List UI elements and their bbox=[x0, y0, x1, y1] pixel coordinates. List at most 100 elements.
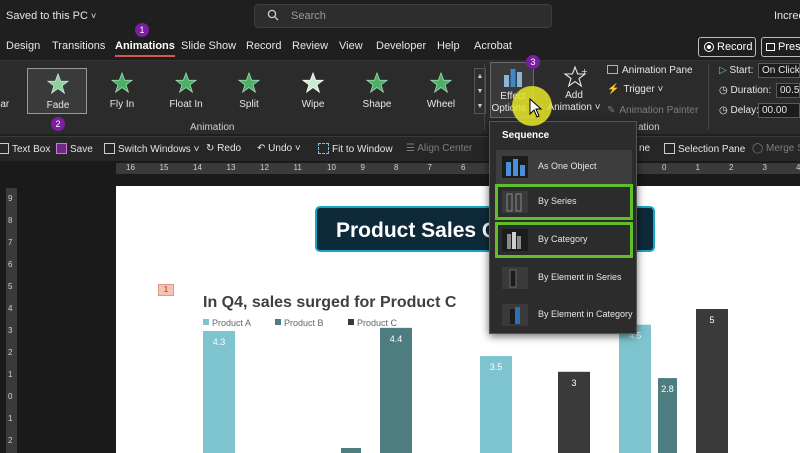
ruler-tick-label: 6 bbox=[461, 163, 466, 172]
save-status[interactable]: Saved to this PC ˅ bbox=[6, 10, 96, 22]
tab-review[interactable]: Review bbox=[292, 40, 328, 52]
ruler-tick-label: 16 bbox=[126, 163, 135, 172]
bar-chart-icon bbox=[504, 69, 522, 87]
duration-label-text: Duration: bbox=[730, 85, 772, 96]
menu-item-by-series[interactable]: By Series bbox=[495, 184, 633, 220]
tab-developer[interactable]: Developer bbox=[376, 40, 426, 52]
gallery-item-split[interactable]: Split bbox=[219, 68, 279, 114]
search-icon bbox=[267, 9, 279, 21]
redo-label: Redo bbox=[217, 143, 242, 154]
gallery-item-fade[interactable]: Fade bbox=[27, 68, 87, 114]
gallery-item-fly-in[interactable]: Fly In bbox=[92, 68, 152, 114]
undo-label: Undo bbox=[268, 143, 293, 154]
undo-button[interactable]: ↶ Undo ˅ bbox=[257, 143, 301, 154]
trigger-button[interactable]: ⚡ Trigger ˅ bbox=[607, 84, 663, 95]
by-series-icon bbox=[502, 191, 528, 213]
switch-windows-button[interactable]: Switch Windows ˅ bbox=[104, 143, 199, 155]
tab-record[interactable]: Record bbox=[246, 40, 281, 52]
data-label: 5 bbox=[709, 315, 714, 325]
chart-title: In Q4, sales surged for Product C bbox=[203, 294, 457, 311]
save-button[interactable]: Save bbox=[56, 143, 93, 155]
slide[interactable]: Product Sales Q 1 In Q4, sales surged fo… bbox=[116, 186, 800, 453]
ruler-tick-label: 6 bbox=[8, 260, 13, 269]
ruler-tick-label: 3 bbox=[8, 326, 13, 335]
legend-swatch bbox=[203, 319, 209, 325]
tab-acrobat[interactable]: Acrobat bbox=[474, 40, 512, 52]
gallery-item-label: Wheel bbox=[426, 99, 456, 110]
ruler-tick-label: 15 bbox=[159, 163, 169, 172]
effect-options-menu: Sequence As One Object By Series By Cate… bbox=[489, 121, 637, 334]
tab-help[interactable]: Help bbox=[437, 40, 460, 52]
by-element-in-category-icon bbox=[502, 304, 528, 326]
brush-icon: ✎ bbox=[607, 105, 616, 116]
quick-access-toolbar: Text Box Save Switch Windows ˅ ↻ Redo ↶ … bbox=[0, 136, 800, 161]
tab-animations[interactable]: Animations bbox=[115, 40, 175, 57]
delay-field[interactable]: 00.00 bbox=[758, 103, 800, 118]
add-star-icon: + bbox=[563, 66, 587, 88]
ribbon-tabs: Design Transitions Animations Slide Show… bbox=[0, 34, 800, 60]
chevron-down-icon: ˅ bbox=[90, 11, 97, 21]
data-label: 3 bbox=[571, 378, 576, 388]
text-box-label: Text Box bbox=[12, 144, 51, 155]
fit-window-button[interactable]: Fit to Window bbox=[318, 143, 393, 155]
menu-item-label: As One Object bbox=[538, 161, 597, 171]
selection-pane-button[interactable]: Selection Pane bbox=[664, 143, 745, 155]
ruler-tick-label: 4 bbox=[796, 163, 800, 172]
add-animation-line2: Animation ˅ bbox=[547, 102, 601, 113]
start-select[interactable]: On Click bbox=[758, 63, 800, 78]
record-button[interactable]: Record bbox=[698, 37, 756, 57]
merge-shapes-label: Merge S bbox=[765, 143, 800, 154]
gallery-item-wipe[interactable]: Wipe bbox=[283, 68, 343, 114]
undo-icon: ↶ bbox=[257, 143, 269, 154]
menu-item-label: By Category bbox=[538, 234, 588, 244]
fit-window-label: Fit to Window bbox=[332, 144, 393, 155]
gallery-item-float-in[interactable]: Float In bbox=[156, 68, 216, 114]
pane-icon bbox=[607, 65, 618, 74]
gallery-item-label: Wipe bbox=[301, 99, 325, 110]
by-element-in-series-icon bbox=[502, 267, 528, 289]
step-badge-1: 1 bbox=[135, 23, 149, 37]
bar-product-a bbox=[619, 324, 651, 453]
present-button-label: Prese bbox=[778, 41, 800, 53]
ruler-tick-label: 11 bbox=[293, 163, 302, 172]
bar-product-b bbox=[341, 448, 361, 453]
redo-button[interactable]: ↻ Redo bbox=[206, 143, 241, 154]
by-category-icon bbox=[502, 229, 528, 251]
animation-pane-button[interactable]: Animation Pane bbox=[607, 65, 693, 76]
add-animation-button[interactable]: + Add Animation ˅ bbox=[546, 66, 602, 118]
menu-item-label: By Element in Category bbox=[538, 309, 633, 319]
tab-design[interactable]: Design bbox=[6, 40, 40, 52]
data-label: 2.8 bbox=[661, 384, 674, 394]
text-box-icon bbox=[0, 143, 9, 154]
trigger-label: Trigger ˅ bbox=[623, 84, 664, 95]
menu-item-by-element-in-category[interactable]: By Element in Category bbox=[496, 298, 633, 332]
search-placeholder: Search bbox=[291, 10, 326, 22]
ruler-tick-label: 1 bbox=[8, 370, 13, 379]
star-icon bbox=[238, 72, 260, 94]
ruler-tick-label: 12 bbox=[260, 163, 269, 172]
gallery-item-shape[interactable]: Shape bbox=[347, 68, 407, 114]
record-button-label: Record bbox=[717, 41, 753, 53]
gallery-item-wheel[interactable]: Wheel bbox=[411, 68, 471, 114]
ribbon-divider bbox=[708, 64, 709, 130]
text-box-button[interactable]: Text Box bbox=[0, 143, 50, 155]
tab-view[interactable]: View bbox=[339, 40, 363, 52]
star-icon bbox=[302, 72, 324, 94]
vertical-ruler: 9 8 7 6 5 4 3 2 1 0 1 2 bbox=[6, 188, 17, 453]
menu-item-by-element-in-series[interactable]: By Element in Series bbox=[496, 261, 632, 295]
user-name[interactable]: Incredi bbox=[774, 10, 800, 22]
ruler-tick-label: 9 bbox=[8, 194, 13, 203]
search-box[interactable]: Search bbox=[254, 4, 552, 28]
menu-item-as-one-object[interactable]: As One Object bbox=[496, 150, 632, 184]
bar-chart[interactable]: In Q4, sales surged for Product CProduct… bbox=[116, 186, 800, 453]
tab-slide-show[interactable]: Slide Show bbox=[181, 40, 236, 52]
duration-field[interactable]: 00.50 bbox=[776, 83, 800, 98]
tab-transitions[interactable]: Transitions bbox=[52, 40, 105, 52]
star-icon bbox=[366, 72, 388, 94]
menu-item-label: By Series bbox=[538, 196, 577, 206]
menu-item-by-category[interactable]: By Category bbox=[495, 222, 633, 258]
animation-pane-label: Animation Pane bbox=[622, 65, 693, 76]
star-icon bbox=[47, 73, 69, 95]
pane-button[interactable]: ne bbox=[639, 143, 650, 154]
present-button[interactable]: Prese bbox=[761, 37, 800, 57]
